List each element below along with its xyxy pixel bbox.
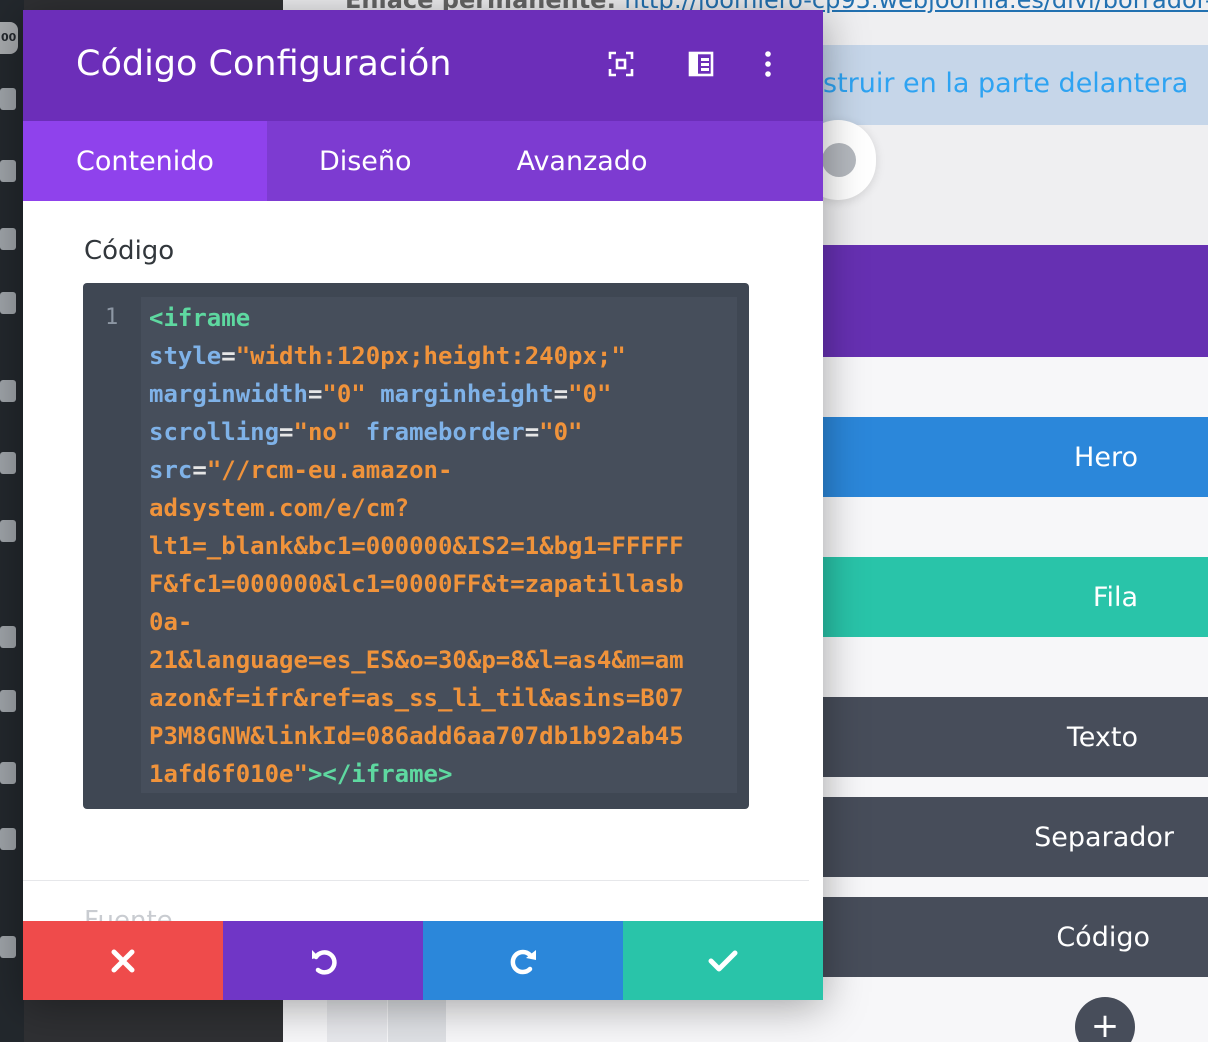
cancel-button[interactable] bbox=[23, 921, 223, 1000]
save-button[interactable] bbox=[623, 921, 823, 1000]
module-label: Texto bbox=[1066, 721, 1138, 753]
modal-body: Código 1 <iframe style="width:120px;heig… bbox=[23, 201, 823, 936]
redo-icon bbox=[510, 949, 536, 974]
tab-advanced[interactable]: Avanzado bbox=[464, 121, 701, 201]
more-options-icon[interactable] bbox=[754, 50, 782, 78]
module-label: Código bbox=[1056, 921, 1150, 953]
frontend-builder-link[interactable]: struir en la parte delantera bbox=[823, 68, 1188, 99]
code-settings-modal: Código Configuración Contenido Diseño Av… bbox=[23, 10, 823, 1000]
module-code[interactable]: Código bbox=[823, 897, 1208, 977]
tools-icon[interactable] bbox=[0, 690, 16, 712]
layout-icon[interactable] bbox=[0, 828, 16, 850]
appearance-icon[interactable] bbox=[0, 292, 16, 314]
modal-scrollbar[interactable] bbox=[809, 201, 823, 921]
line-number: 1 bbox=[105, 305, 119, 330]
module-label: Fila bbox=[1092, 581, 1138, 613]
tab-design[interactable]: Diseño bbox=[267, 121, 464, 201]
module-hero[interactable]: Hero bbox=[823, 417, 1208, 497]
code-content[interactable]: <iframe style="width:120px;height:240px;… bbox=[149, 299, 739, 793]
users-icon[interactable] bbox=[0, 626, 16, 648]
tab-content[interactable]: Contenido bbox=[23, 121, 267, 201]
module-row[interactable]: Fila bbox=[823, 557, 1208, 637]
module-divider[interactable]: Separador bbox=[823, 797, 1208, 877]
check-icon bbox=[708, 950, 738, 971]
settings-icon[interactable] bbox=[0, 762, 16, 784]
posts-icon[interactable] bbox=[0, 88, 16, 110]
editor-gutter: 1 bbox=[83, 283, 139, 809]
pin-icon[interactable] bbox=[0, 380, 16, 402]
close-icon bbox=[111, 949, 135, 972]
wp-admin-sidebar: 00 bbox=[0, 0, 24, 1042]
modal-tabs: Contenido Diseño Avanzado bbox=[23, 121, 823, 201]
brush-icon[interactable] bbox=[0, 452, 16, 474]
section-divider bbox=[23, 880, 809, 881]
code-editor[interactable]: 1 <iframe style="width:120px;height:240p… bbox=[83, 283, 749, 809]
modal-footer bbox=[23, 921, 823, 1000]
module-text[interactable]: Texto bbox=[823, 697, 1208, 777]
edit-icon[interactable] bbox=[0, 936, 16, 958]
globe-icon bbox=[822, 143, 856, 177]
modal-title: Código Configuración bbox=[76, 44, 452, 84]
comments-badge[interactable]: 00 bbox=[0, 22, 18, 54]
fullscreen-icon[interactable] bbox=[607, 50, 635, 78]
plugins-icon[interactable] bbox=[0, 520, 16, 542]
code-field-label: Código bbox=[84, 236, 175, 266]
stats-icon[interactable] bbox=[0, 228, 16, 250]
undo-button[interactable] bbox=[223, 921, 423, 1000]
redo-button[interactable] bbox=[423, 921, 623, 1000]
modal-header: Código Configuración bbox=[23, 10, 823, 121]
module-label: Separador bbox=[1034, 821, 1174, 853]
module-label: Hero bbox=[1074, 441, 1138, 473]
undo-icon bbox=[312, 949, 337, 975]
media-icon[interactable] bbox=[0, 160, 16, 182]
split-view-icon[interactable] bbox=[687, 50, 715, 78]
